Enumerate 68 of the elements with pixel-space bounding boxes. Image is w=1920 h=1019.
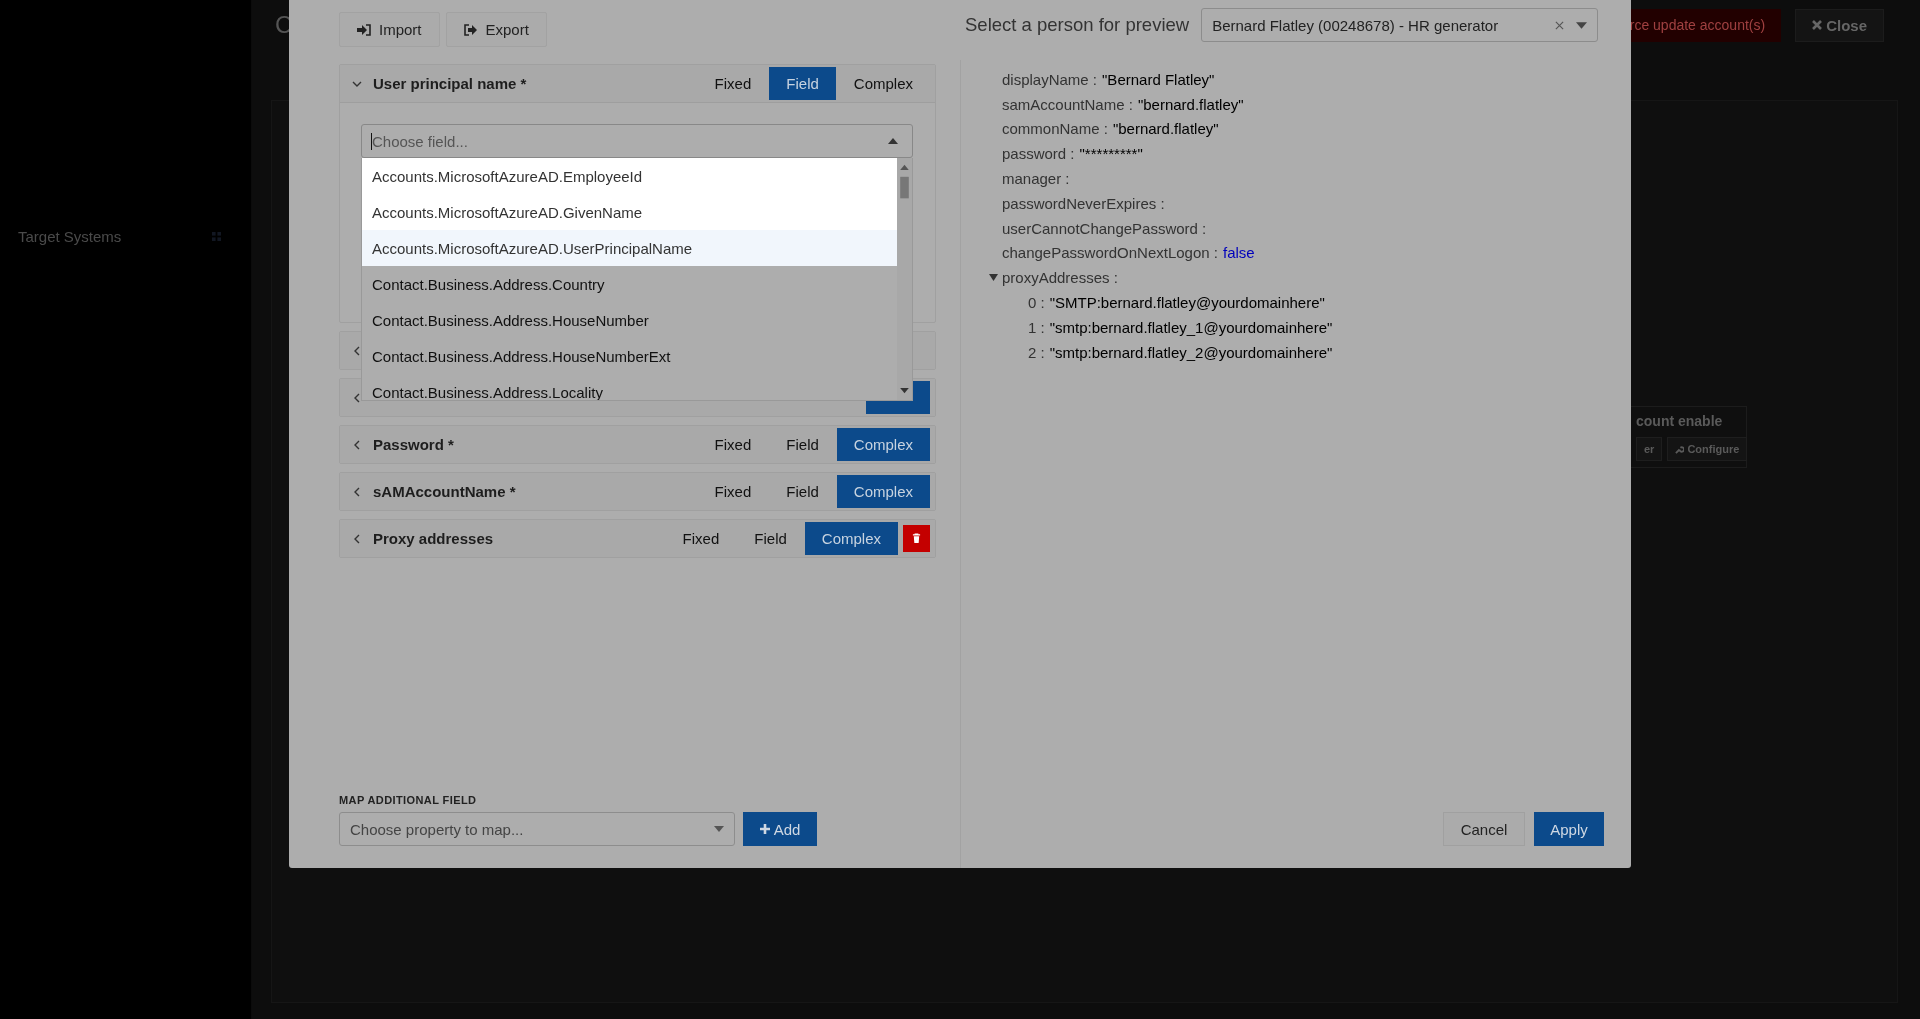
mapping-title: sAMAccountName *	[373, 483, 516, 500]
import-button[interactable]: Import	[339, 12, 440, 47]
caret-up-icon	[888, 138, 898, 144]
plus-icon	[759, 824, 770, 834]
chevron-left-icon[interactable]	[352, 392, 362, 403]
mode-tab[interactable]: Fixed	[697, 67, 769, 100]
scrollbar[interactable]	[897, 158, 912, 400]
export-button[interactable]: Export	[445, 12, 547, 47]
person-select[interactable]: Bernard Flatley (00248678) - HR generator	[1201, 8, 1599, 42]
array-index: 0 :	[1028, 294, 1045, 312]
property-key: samAccountName :	[1002, 95, 1133, 113]
caret-down-icon	[714, 826, 724, 832]
chevron-left-icon[interactable]	[352, 486, 362, 497]
property-key: displayName :	[1002, 70, 1098, 88]
grid-icon	[212, 232, 221, 241]
dropdown-option[interactable]: Accounts.MicrosoftAzureAD.GivenName	[362, 194, 897, 230]
property-value: "smtp:bernard.flatley_2@yourdomainhere"	[1049, 343, 1333, 361]
triangle-down-icon[interactable]	[989, 273, 998, 283]
mapping-title: Proxy addresses	[373, 530, 494, 547]
mode-tab[interactable]: Fixed	[697, 428, 769, 461]
delete-button[interactable]	[903, 525, 930, 552]
property-key: proxyAddresses :	[1002, 269, 1118, 287]
property-value: "smtp:bernard.flatley_1@yourdomainhere"	[1049, 318, 1333, 336]
card-title: count enable	[1636, 413, 1723, 429]
property-value: "bernard.flatley"	[1112, 120, 1219, 138]
mode-tab[interactable]: Field	[769, 475, 836, 508]
chevron-left-icon[interactable]	[352, 345, 362, 356]
add-button[interactable]: Add	[743, 812, 817, 846]
preview-label: Select a person for preview	[965, 14, 1190, 36]
dropdown-option[interactable]: Accounts.MicrosoftAzureAD.UserPrincipalName	[362, 230, 897, 266]
property-key: commonName :	[1002, 120, 1108, 138]
property-key: passwordNeverExpires :	[1002, 194, 1165, 212]
mode-tab[interactable]: Field	[737, 522, 804, 555]
array-index: 2 :	[1028, 343, 1045, 361]
property-value: "Bernard Flatley"	[1102, 70, 1215, 88]
mode-tab[interactable]: Fixed	[697, 475, 769, 508]
mode-tab[interactable]: Fixed	[665, 522, 737, 555]
mode-tab[interactable]: Complex	[836, 475, 930, 508]
dropdown-option[interactable]: Accounts.MicrosoftAzureAD.EmployeeId	[362, 158, 897, 194]
chevron-left-icon[interactable]	[352, 439, 362, 450]
trash-icon	[912, 533, 921, 544]
close-icon	[1812, 20, 1823, 30]
sign-in-icon	[357, 23, 371, 36]
wrench-icon	[1675, 444, 1685, 454]
mode-tab[interactable]: Complex	[804, 522, 898, 555]
property-value: false	[1223, 244, 1255, 262]
cancel-button[interactable]: Cancel	[1443, 812, 1525, 846]
mode-tab[interactable]: Field	[769, 67, 836, 100]
clear-icon[interactable]	[1555, 20, 1565, 30]
array-index: 1 :	[1028, 318, 1045, 336]
property-value: "SMTP:bernard.flatley@yourdomainhere"	[1049, 294, 1325, 312]
mode-tab[interactable]: Complex	[836, 428, 930, 461]
apply-button[interactable]: Apply	[1534, 812, 1604, 846]
property-key: password :	[1002, 145, 1075, 163]
mapping-title: Password *	[373, 436, 454, 453]
property-value: "bernard.flatley"	[1137, 95, 1244, 113]
mode-tab[interactable]: Field	[769, 428, 836, 461]
property-key: changePasswordOnNextLogon :	[1002, 244, 1218, 262]
mapping-title: User principal name *	[373, 75, 527, 92]
property-select[interactable]: Choose property to map...	[339, 812, 735, 846]
property-key: manager :	[1002, 170, 1070, 188]
mode-tab[interactable]: Complex	[836, 67, 930, 100]
section-label: MAP ADDITIONAL FIELD	[339, 794, 478, 806]
chevron-left-icon[interactable]	[352, 533, 362, 544]
property-key: userCannotChangePassword :	[1002, 219, 1207, 237]
caret-down-icon	[1576, 21, 1588, 29]
property-value: "*********"	[1079, 145, 1143, 163]
share-icon	[463, 23, 478, 36]
